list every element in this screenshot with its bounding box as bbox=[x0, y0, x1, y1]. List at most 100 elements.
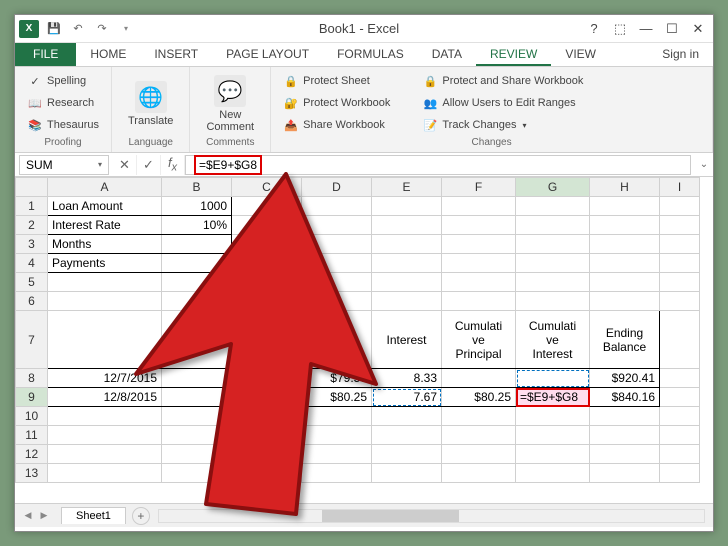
cell-E2[interactable] bbox=[372, 216, 442, 235]
cell-C9[interactable] bbox=[232, 388, 302, 407]
cell-G13[interactable] bbox=[516, 464, 590, 483]
track-changes-button[interactable]: 📝Track Changes▾ bbox=[418, 115, 587, 135]
thesaurus-button[interactable]: 📚Thesaurus bbox=[23, 115, 103, 135]
cell-H2[interactable] bbox=[590, 216, 660, 235]
cell-C6[interactable] bbox=[232, 292, 302, 311]
row-header-12[interactable]: 12 bbox=[16, 445, 48, 464]
cell-D9[interactable]: $80.25 bbox=[302, 388, 372, 407]
tab-home[interactable]: HOME bbox=[76, 43, 140, 66]
cell-G9[interactable]: =$E9+$G8 bbox=[516, 388, 590, 407]
cell-I1[interactable] bbox=[660, 197, 700, 216]
cell-A8[interactable]: 12/7/2015 bbox=[48, 369, 162, 388]
scroll-thumb[interactable] bbox=[322, 510, 458, 522]
cell-I12[interactable] bbox=[660, 445, 700, 464]
row-header-7[interactable]: 7 bbox=[16, 311, 48, 369]
col-header-G[interactable]: G bbox=[516, 178, 590, 197]
cell-F4[interactable] bbox=[442, 254, 516, 273]
share-workbook-button[interactable]: 📤Share Workbook bbox=[279, 115, 394, 135]
cell-G3[interactable] bbox=[516, 235, 590, 254]
tab-formulas[interactable]: FORMULAS bbox=[323, 43, 418, 66]
cell-F3[interactable] bbox=[442, 235, 516, 254]
cell-I8[interactable] bbox=[660, 369, 700, 388]
cell-H5[interactable] bbox=[590, 273, 660, 292]
translate-button[interactable]: 🌐 Translate bbox=[120, 77, 181, 131]
cell-H11[interactable] bbox=[590, 426, 660, 445]
col-header-I[interactable]: I bbox=[660, 178, 700, 197]
col-header-H[interactable]: H bbox=[590, 178, 660, 197]
cell-F7[interactable]: Cumulati ve Principal bbox=[442, 311, 516, 369]
row-header-1[interactable]: 1 bbox=[16, 197, 48, 216]
col-header-D[interactable]: D bbox=[302, 178, 372, 197]
ribbon-options-icon[interactable]: ⬚ bbox=[609, 19, 631, 39]
cell-I13[interactable] bbox=[660, 464, 700, 483]
cell-F11[interactable] bbox=[442, 426, 516, 445]
horizontal-scrollbar[interactable] bbox=[158, 509, 705, 523]
cell-F5[interactable] bbox=[442, 273, 516, 292]
protect-workbook-button[interactable]: 🔐Protect Workbook bbox=[279, 93, 394, 113]
allow-users-button[interactable]: 👥Allow Users to Edit Ranges bbox=[418, 93, 587, 113]
cell-G4[interactable] bbox=[516, 254, 590, 273]
cell-B2[interactable]: 10% bbox=[162, 216, 232, 235]
cell-H3[interactable] bbox=[590, 235, 660, 254]
sheet-tab-sheet1[interactable]: Sheet1 bbox=[61, 507, 126, 524]
cell-C13[interactable] bbox=[232, 464, 302, 483]
cell-B5[interactable] bbox=[162, 273, 232, 292]
cell-I4[interactable] bbox=[660, 254, 700, 273]
cell-A2[interactable]: Interest Rate bbox=[48, 216, 162, 235]
cell-E4[interactable] bbox=[372, 254, 442, 273]
cell-D11[interactable] bbox=[302, 426, 372, 445]
cell-G7[interactable]: Cumulati ve Interest bbox=[516, 311, 590, 369]
cell-C11[interactable] bbox=[232, 426, 302, 445]
cell-C7[interactable] bbox=[232, 311, 302, 369]
cell-I3[interactable] bbox=[660, 235, 700, 254]
select-all-corner[interactable] bbox=[16, 178, 48, 197]
cell-E6[interactable] bbox=[372, 292, 442, 311]
cell-G11[interactable] bbox=[516, 426, 590, 445]
help-icon[interactable]: ? bbox=[583, 19, 605, 39]
cell-C3[interactable] bbox=[232, 235, 302, 254]
cell-E10[interactable] bbox=[372, 407, 442, 426]
cell-C2[interactable] bbox=[232, 216, 302, 235]
row-header-11[interactable]: 11 bbox=[16, 426, 48, 445]
sign-in-link[interactable]: Sign in bbox=[648, 43, 713, 66]
protect-share-button[interactable]: 🔒Protect and Share Workbook bbox=[418, 71, 587, 91]
spelling-button[interactable]: ✓Spelling bbox=[23, 71, 103, 91]
tab-review[interactable]: REVIEW bbox=[476, 43, 551, 66]
col-header-E[interactable]: E bbox=[372, 178, 442, 197]
name-box[interactable]: SUM ▾ bbox=[19, 155, 109, 175]
save-icon[interactable]: 💾 bbox=[45, 20, 63, 38]
cell-B9[interactable] bbox=[162, 388, 232, 407]
row-header-9[interactable]: 9 bbox=[16, 388, 48, 407]
cell-G5[interactable] bbox=[516, 273, 590, 292]
tab-file[interactable]: FILE bbox=[15, 43, 76, 66]
research-button[interactable]: 📖Research bbox=[23, 93, 103, 113]
cell-E1[interactable] bbox=[372, 197, 442, 216]
col-header-F[interactable]: F bbox=[442, 178, 516, 197]
cell-B8[interactable] bbox=[162, 369, 232, 388]
sheet-prev-icon[interactable]: ◀ bbox=[21, 509, 35, 523]
cell-H13[interactable] bbox=[590, 464, 660, 483]
cell-I7[interactable] bbox=[660, 311, 700, 369]
redo-icon[interactable]: ↷ bbox=[93, 20, 111, 38]
cell-D10[interactable] bbox=[302, 407, 372, 426]
cell-F8[interactable] bbox=[442, 369, 516, 388]
cell-E12[interactable] bbox=[372, 445, 442, 464]
cell-F6[interactable] bbox=[442, 292, 516, 311]
cell-C8[interactable] bbox=[232, 369, 302, 388]
row-header-13[interactable]: 13 bbox=[16, 464, 48, 483]
cell-A4[interactable]: Payments bbox=[48, 254, 162, 273]
name-box-dropdown-icon[interactable]: ▾ bbox=[98, 160, 102, 169]
row-header-5[interactable]: 5 bbox=[16, 273, 48, 292]
col-header-C[interactable]: C bbox=[232, 178, 302, 197]
cell-A9[interactable]: 12/8/2015 bbox=[48, 388, 162, 407]
cell-I5[interactable] bbox=[660, 273, 700, 292]
cell-B13[interactable] bbox=[162, 464, 232, 483]
cell-E5[interactable] bbox=[372, 273, 442, 292]
cell-D4[interactable] bbox=[302, 254, 372, 273]
tab-insert[interactable]: INSERT bbox=[140, 43, 212, 66]
cell-I2[interactable] bbox=[660, 216, 700, 235]
cell-A1[interactable]: Loan Amount bbox=[48, 197, 162, 216]
row-header-10[interactable]: 10 bbox=[16, 407, 48, 426]
cell-D8[interactable]: $79.59 bbox=[302, 369, 372, 388]
cell-D2[interactable] bbox=[302, 216, 372, 235]
